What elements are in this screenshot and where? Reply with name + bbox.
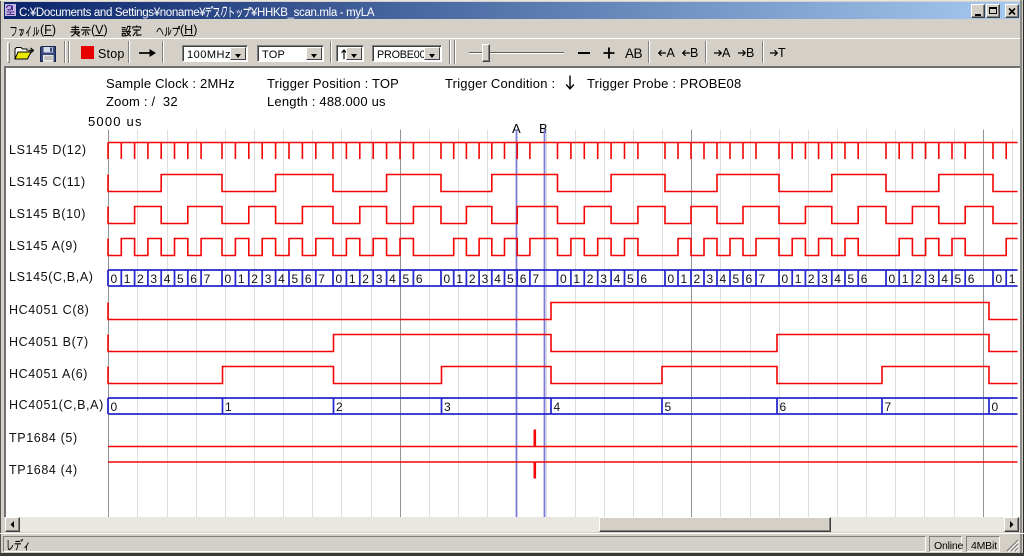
svg-text:0: 0: [996, 272, 1003, 286]
svg-text:4: 4: [389, 272, 396, 286]
svg-text:6: 6: [968, 272, 975, 286]
svg-text:6: 6: [640, 272, 647, 286]
svg-text:6: 6: [861, 272, 868, 286]
svg-text:3: 3: [150, 272, 157, 286]
svg-text:5: 5: [177, 272, 184, 286]
svg-text:5: 5: [733, 272, 740, 286]
svg-text:1: 1: [456, 272, 463, 286]
svg-text:0: 0: [444, 272, 451, 286]
svg-text:3: 3: [444, 400, 451, 414]
svg-text:4: 4: [278, 272, 285, 286]
svg-text:5: 5: [665, 400, 672, 414]
svg-text:5: 5: [403, 272, 410, 286]
svg-text:6: 6: [780, 400, 787, 414]
svg-text:2: 2: [587, 272, 594, 286]
svg-text:4: 4: [494, 272, 501, 286]
svg-text:4: 4: [720, 272, 727, 286]
svg-text:3: 3: [928, 272, 935, 286]
svg-text:1: 1: [124, 272, 131, 286]
svg-text:0: 0: [111, 272, 118, 286]
svg-text:3: 3: [265, 272, 272, 286]
svg-text:1: 1: [795, 272, 802, 286]
svg-text:3: 3: [821, 272, 828, 286]
svg-text:2: 2: [808, 272, 815, 286]
svg-text:0: 0: [560, 272, 567, 286]
svg-text:3: 3: [600, 272, 607, 286]
svg-text:6: 6: [416, 272, 423, 286]
svg-text:6: 6: [305, 272, 312, 286]
svg-text:0: 0: [889, 272, 896, 286]
svg-text:7: 7: [204, 272, 211, 286]
svg-text:3: 3: [376, 272, 383, 286]
svg-text:2: 2: [336, 400, 343, 414]
svg-text:4: 4: [941, 272, 948, 286]
svg-text:1: 1: [1009, 272, 1016, 286]
svg-text:7: 7: [885, 400, 892, 414]
svg-text:5: 5: [627, 272, 634, 286]
svg-text:1: 1: [225, 400, 232, 414]
svg-text:2: 2: [137, 272, 144, 286]
svg-text:0: 0: [992, 400, 999, 414]
svg-text:0: 0: [225, 272, 232, 286]
svg-text:7: 7: [318, 272, 325, 286]
svg-text:0: 0: [782, 272, 789, 286]
svg-text:7: 7: [759, 272, 766, 286]
svg-text:0: 0: [668, 272, 675, 286]
svg-text:1: 1: [573, 272, 580, 286]
svg-text:4: 4: [834, 272, 841, 286]
svg-text:2: 2: [251, 272, 258, 286]
svg-text:7: 7: [532, 272, 539, 286]
svg-text:0: 0: [336, 272, 343, 286]
svg-text:3: 3: [707, 272, 714, 286]
svg-text:4: 4: [554, 400, 561, 414]
svg-text:1: 1: [238, 272, 245, 286]
svg-text:2: 2: [469, 272, 476, 286]
svg-text:4: 4: [614, 272, 621, 286]
svg-text:1: 1: [902, 272, 909, 286]
svg-text:4: 4: [164, 272, 171, 286]
svg-text:1: 1: [681, 272, 688, 286]
svg-text:5: 5: [507, 272, 514, 286]
svg-text:5: 5: [955, 272, 962, 286]
svg-text:2: 2: [694, 272, 701, 286]
svg-text:6: 6: [746, 272, 753, 286]
svg-text:3: 3: [482, 272, 489, 286]
svg-text:2: 2: [362, 272, 369, 286]
svg-text:0: 0: [111, 400, 118, 414]
svg-text:1: 1: [349, 272, 356, 286]
svg-text:6: 6: [520, 272, 527, 286]
svg-text:6: 6: [190, 272, 197, 286]
svg-text:5: 5: [292, 272, 299, 286]
svg-text:2: 2: [915, 272, 922, 286]
svg-text:5: 5: [848, 272, 855, 286]
